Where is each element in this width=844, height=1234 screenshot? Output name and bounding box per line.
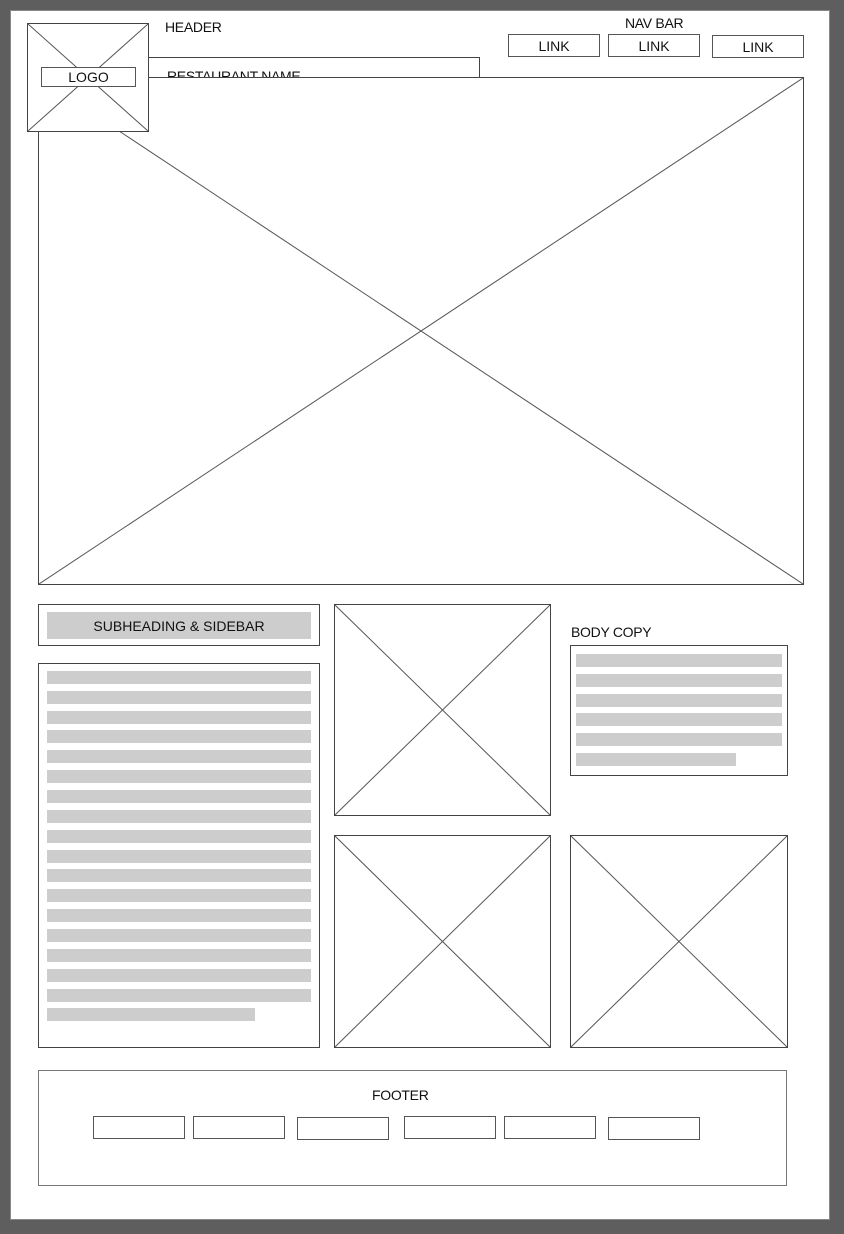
footer: FOOTER: [38, 1070, 787, 1186]
image-placeholder-3: [570, 835, 788, 1048]
text-line: [47, 691, 311, 704]
logo-label: LOGO: [41, 67, 136, 87]
footer-link-6[interactable]: [608, 1117, 700, 1140]
text-line: [576, 753, 736, 766]
body-copy-label: BODY COPY: [571, 624, 652, 640]
text-line: [576, 674, 782, 687]
image-placeholder-cross-icon: [335, 836, 550, 1047]
text-line: [47, 790, 311, 803]
image-placeholder-2: [334, 835, 551, 1048]
footer-label: FOOTER: [372, 1087, 429, 1103]
text-line: [47, 810, 311, 823]
sidebar-text-block: [38, 663, 320, 1048]
footer-link-2[interactable]: [193, 1116, 285, 1139]
image-placeholder-cross-icon: [335, 605, 550, 815]
nav-link-2[interactable]: LINK: [608, 34, 700, 57]
text-line: [47, 969, 311, 982]
image-placeholder-1: [334, 604, 551, 816]
text-line: [47, 949, 311, 962]
text-line: [576, 654, 782, 667]
nav-link-1[interactable]: LINK: [508, 34, 600, 57]
image-placeholder-cross-icon: [571, 836, 787, 1047]
text-line: [576, 713, 782, 726]
subheading-box: SUBHEADING & SIDEBAR: [38, 604, 320, 646]
text-line: [576, 694, 782, 707]
text-line: [47, 750, 311, 763]
footer-link-4[interactable]: [404, 1116, 496, 1139]
text-line: [47, 830, 311, 843]
image-placeholder-cross-icon: [39, 78, 803, 584]
hero-image-placeholder: [38, 77, 804, 585]
footer-link-3[interactable]: [297, 1117, 389, 1140]
text-line: [47, 1008, 255, 1021]
text-line: [47, 929, 311, 942]
text-line: [576, 733, 782, 746]
text-line: [47, 889, 311, 902]
text-line: [47, 869, 311, 882]
nav-bar-label: NAV BAR: [625, 15, 684, 31]
text-line: [47, 909, 311, 922]
text-line: [47, 770, 311, 783]
text-line: [47, 730, 311, 743]
subheading: SUBHEADING & SIDEBAR: [47, 612, 311, 639]
text-line: [47, 850, 311, 863]
text-line: [47, 671, 311, 684]
logo-placeholder[interactable]: LOGO: [27, 23, 149, 132]
nav-link-3[interactable]: LINK: [712, 35, 804, 58]
header-label: HEADER: [165, 19, 222, 35]
text-line: [47, 711, 311, 724]
body-copy-block: [570, 645, 788, 776]
footer-link-5[interactable]: [504, 1116, 596, 1139]
footer-link-1[interactable]: [93, 1116, 185, 1139]
text-line: [47, 989, 311, 1002]
